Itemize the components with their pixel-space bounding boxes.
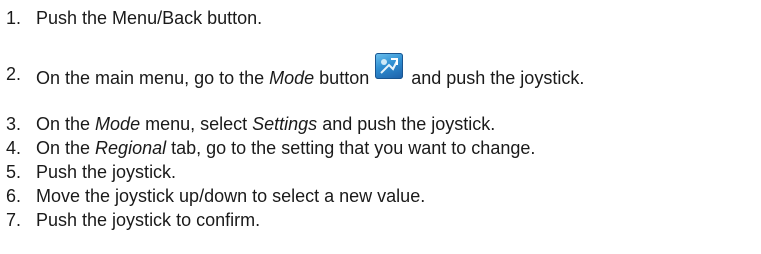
text-run: Move the joystick up/down to select a ne… [36,186,426,206]
text-run: On the main menu, go to the [36,68,270,88]
step-text: Move the joystick up/down to select a ne… [36,184,425,208]
emphasized-term: Mode [95,114,141,134]
step-number: 4. [6,138,22,158]
step-number: 1. [6,8,22,28]
text-run: Push the joystick to confirm. [36,210,261,230]
step-number: 5. [6,162,22,182]
step-text: Push the joystick to confirm. [36,208,260,232]
step-6: 6. Move the joystick up/down to select a … [6,184,425,208]
emphasized-term: Settings [252,114,318,134]
mode-icon [375,53,404,79]
step-2: 2. On the main menu, go to the Mode butto… [6,53,584,88]
step-number: 6. [6,186,22,206]
text-run: button [314,68,370,88]
step-number: 3. [6,114,22,134]
step-1: 1. Push the Menu/Back button. [6,6,262,30]
step-4: 4. On the Regional tab, go to the setting… [6,136,535,160]
step-number: 7. [6,210,22,230]
emphasized-term: Regional [95,138,167,158]
step-text: Push the Menu/Back button. [36,6,262,30]
step-7: 7. Push the joystick to confirm. [6,208,260,232]
instruction-list: 1. Push the Menu/Back button. 2. On the ma… [0,0,761,254]
text-run: and push the joystick. [317,114,496,134]
step-text: On the main menu, go to the Mode button a… [36,53,585,90]
text-run: On the [36,114,96,134]
text-run: tab, go to the setting that you want to … [166,138,536,158]
text-run: Push the joystick. [36,162,177,182]
emphasized-term: Mode [269,68,315,88]
step-text: Push the joystick. [36,160,176,184]
text-run: and push the joystick. [411,68,585,88]
step-5: 5. Push the joystick. [6,160,176,184]
text-run: Push the Menu/Back button. [36,8,263,28]
step-text: On the Regional tab, go to the setting t… [36,136,535,160]
step-3: 3. On the Mode menu, select Settings and … [6,112,495,136]
text-run: On the [36,138,96,158]
step-number: 2. [6,64,22,84]
step-text: On the Mode menu, select Settings and pu… [36,112,495,136]
text-run: menu, select [140,114,253,134]
